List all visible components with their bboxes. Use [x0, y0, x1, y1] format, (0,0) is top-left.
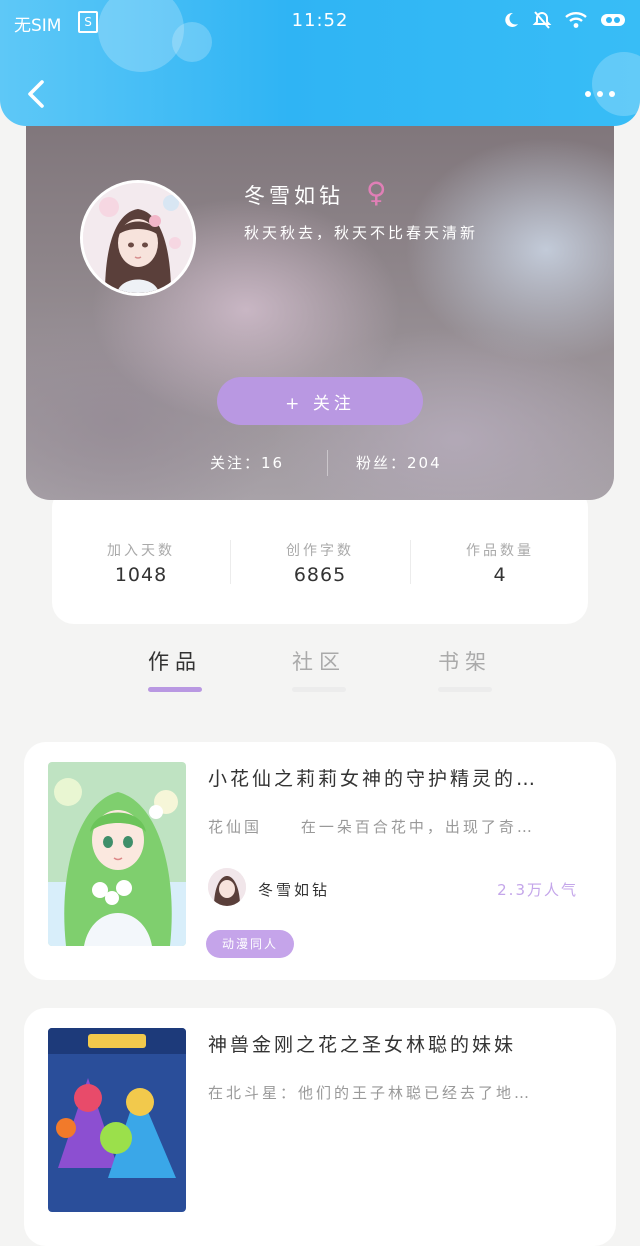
author-avatar-image — [208, 868, 246, 906]
stat-join-days: 加入天数 1048 — [52, 540, 230, 586]
tab-community[interactable]: 社区 — [274, 646, 364, 676]
stat-label: 加入天数 — [107, 543, 175, 559]
tab-indicator — [292, 687, 346, 692]
stat-value: 1048 — [114, 564, 168, 586]
stat-work-count: 作品数量 4 — [411, 540, 589, 586]
divider — [327, 450, 328, 476]
profile-tabs: 作品 社区 书架 — [0, 640, 640, 700]
stat-word-count: 创作字数 6865 — [231, 540, 409, 586]
work-author[interactable]: 冬雪如钻 — [258, 879, 330, 900]
robot-heroes-cover-image — [48, 1028, 186, 1212]
fans-count[interactable]: 粉丝：204 — [356, 452, 442, 473]
bell-off-icon — [532, 11, 552, 29]
status-bar: 无SIM S 11:52 — [0, 10, 640, 36]
work-cover-image — [48, 762, 186, 946]
female-gender-icon: ♀ — [366, 176, 387, 209]
anime-girl-avatar-image — [83, 183, 193, 293]
status-icons — [502, 10, 630, 30]
following-count[interactable]: 关注：16 — [210, 452, 284, 473]
tab-bookshelf[interactable]: 书架 — [420, 646, 510, 676]
work-title[interactable]: 神兽金刚之花之圣女林聪的妹妹 — [208, 1030, 592, 1057]
profile-card: 冬雪如钻 ♀ 秋天秋去，秋天不比春天清新 + 关注 关注：16 粉丝：204 — [26, 100, 614, 500]
tab-active-indicator — [148, 687, 202, 692]
work-description: 在北斗星：他们的王子林聪已经去了地… — [208, 1084, 533, 1102]
author-avatar[interactable] — [208, 868, 246, 906]
work-cover-image — [48, 1028, 186, 1212]
stat-value: 6865 — [293, 564, 347, 586]
back-button[interactable] — [20, 76, 56, 112]
more-horizontal-icon — [585, 91, 615, 97]
green-hair-fairy-cover-image — [48, 762, 186, 946]
work-description: 花仙国 在一朵百合花中，出现了奇… — [208, 818, 535, 836]
work-title[interactable]: 小花仙之莉莉女神的守护精灵的… — [208, 764, 592, 791]
user-bio: 秋天秋去，秋天不比春天清新 — [244, 224, 479, 242]
follow-counts: 关注：16 粉丝：204 — [26, 450, 614, 476]
top-bar: 无SIM S 11:52 — [0, 0, 640, 126]
wifi-icon — [565, 12, 587, 28]
work-card[interactable]: 神兽金刚之花之圣女林聪的妹妹 在北斗星：他们的王子林聪已经去了地… — [24, 1008, 616, 1246]
follow-button[interactable]: + 关注 — [217, 377, 423, 425]
work-card[interactable]: 小花仙之莉莉女神的守护精灵的… 花仙国 在一朵百合花中，出现了奇… 冬雪如钻 2… — [24, 742, 616, 980]
more-button[interactable] — [580, 80, 620, 108]
stat-label: 作品数量 — [466, 543, 534, 559]
tab-indicator — [438, 687, 492, 692]
category-tag[interactable]: 动漫同人 — [206, 930, 295, 958]
moon-icon — [505, 12, 518, 27]
chevron-left-icon — [28, 80, 44, 108]
battery-icon — [601, 14, 625, 26]
user-name: 冬雪如钻 — [244, 184, 344, 208]
avatar[interactable] — [80, 180, 196, 296]
stats-card: 加入天数 1048 创作字数 6865 作品数量 4 — [52, 486, 588, 624]
tab-works[interactable]: 作品 — [130, 646, 220, 676]
work-popularity: 2.3万人气 — [497, 881, 578, 899]
stat-value: 4 — [493, 564, 507, 586]
stat-label: 创作字数 — [286, 543, 354, 559]
